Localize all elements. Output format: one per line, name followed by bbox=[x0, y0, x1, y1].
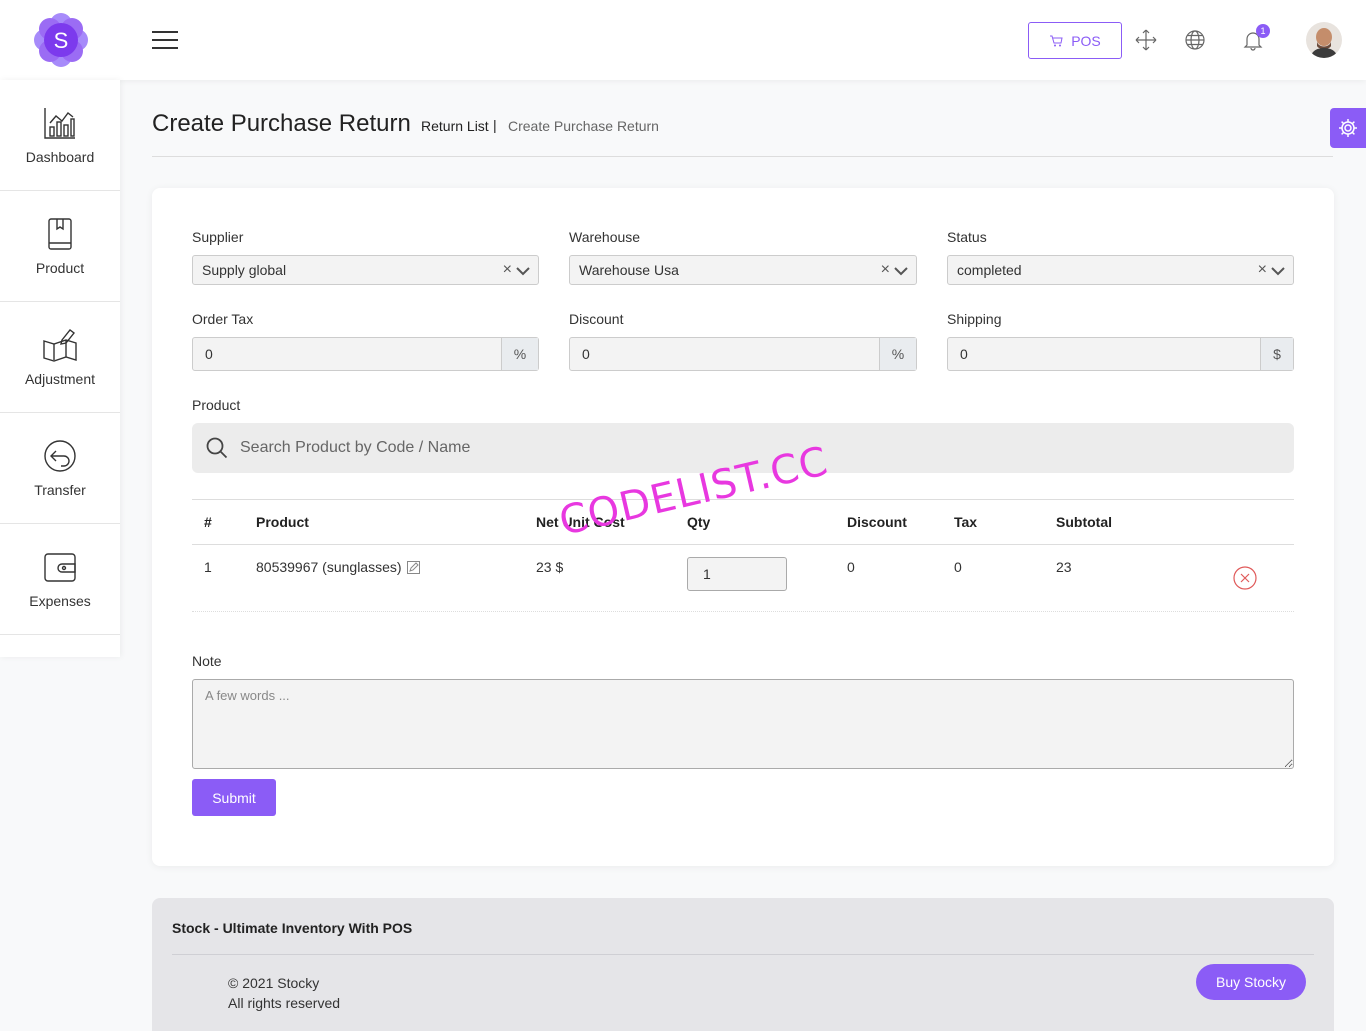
column-header-product: Product bbox=[256, 514, 309, 530]
chevron-down-icon bbox=[516, 267, 530, 276]
footer-divider bbox=[172, 954, 1314, 955]
menu-toggle-button[interactable] bbox=[152, 31, 178, 49]
globe-icon[interactable] bbox=[1183, 28, 1207, 52]
supplier-label: Supplier bbox=[192, 229, 244, 245]
shipping-group: $ bbox=[947, 337, 1294, 371]
rights-text: All rights reserved bbox=[228, 995, 341, 1011]
sidebar-item-dashboard[interactable]: Dashboard bbox=[0, 80, 120, 191]
chevron-down-icon bbox=[894, 267, 908, 276]
dollar-addon: $ bbox=[1260, 338, 1293, 370]
row-num: 1 bbox=[204, 559, 212, 575]
back-arrow-icon bbox=[44, 440, 76, 472]
chevron-down-icon bbox=[1271, 267, 1285, 276]
sidebar-item-label: Product bbox=[35, 260, 85, 276]
product-label: Product bbox=[192, 397, 241, 413]
column-header-net-unit-cost: Net Unit Cost bbox=[536, 514, 625, 530]
discount-group: % bbox=[569, 337, 917, 371]
breadcrumb-current: Create Purchase Return bbox=[508, 118, 659, 134]
clear-icon[interactable]: × bbox=[1258, 261, 1267, 279]
column-header-qty: Qty bbox=[687, 514, 711, 530]
row-subtotal: 23 bbox=[1056, 559, 1072, 575]
title-divider bbox=[152, 156, 1333, 157]
logo-letter: S bbox=[54, 28, 69, 53]
status-label: Status bbox=[947, 229, 987, 245]
order-tax-label: Order Tax bbox=[192, 311, 254, 327]
sidebar-item-label: Adjustment bbox=[24, 371, 96, 387]
qty-input[interactable] bbox=[687, 557, 787, 591]
pos-label: POS bbox=[1071, 32, 1101, 49]
discount-label: Discount bbox=[569, 311, 624, 327]
row-tax: 0 bbox=[954, 559, 962, 575]
purchase-return-form-card: Supplier Supply global × Warehouse Wareh… bbox=[152, 188, 1334, 866]
table-header-rule bbox=[192, 544, 1294, 545]
status-value: completed bbox=[957, 262, 1022, 278]
notification-badge: 1 bbox=[1256, 24, 1270, 38]
sidebar-item-expenses[interactable]: Expenses bbox=[0, 524, 120, 635]
sidebar-item-product[interactable]: Product bbox=[0, 191, 120, 302]
sidebar: Dashboard Product Adjustment Transfer Ex… bbox=[0, 80, 120, 657]
discount-input[interactable] bbox=[570, 338, 879, 370]
row-product: 80539967 (sunglasses) bbox=[256, 559, 420, 575]
breadcrumb-separator: | bbox=[493, 117, 497, 133]
warehouse-label: Warehouse bbox=[569, 229, 641, 245]
status-select[interactable]: completed × bbox=[947, 255, 1294, 285]
app-logo[interactable]: S bbox=[32, 11, 90, 69]
column-header-tax: Tax bbox=[954, 514, 978, 530]
footer: Stock - Ultimate Inventory With POS © 20… bbox=[152, 898, 1334, 1031]
sidebar-item-label: Dashboard bbox=[25, 149, 95, 165]
sidebar-item-label: Expenses bbox=[29, 593, 91, 609]
shipping-input[interactable] bbox=[948, 338, 1260, 370]
product-search bbox=[192, 423, 1294, 473]
footer-title: Stock - Ultimate Inventory With POS bbox=[172, 920, 413, 936]
note-textarea[interactable] bbox=[192, 679, 1294, 769]
row-discount: 0 bbox=[847, 559, 855, 575]
search-icon bbox=[206, 437, 228, 459]
gear-icon bbox=[1339, 119, 1357, 137]
warehouse-select[interactable]: Warehouse Usa × bbox=[569, 255, 917, 285]
breadcrumb-return-list[interactable]: Return List bbox=[421, 118, 489, 134]
clear-icon[interactable]: × bbox=[881, 261, 890, 279]
table-top-rule bbox=[192, 499, 1294, 500]
submit-button[interactable]: Submit bbox=[192, 779, 276, 816]
sidebar-item-label: Transfer bbox=[34, 482, 86, 498]
sidebar-item-adjustment[interactable]: Adjustment bbox=[0, 302, 120, 413]
pos-button[interactable]: POS bbox=[1028, 22, 1122, 59]
footer-copyright: © 2021 Stocky All rights reserved bbox=[228, 973, 340, 1013]
note-label: Note bbox=[192, 653, 222, 669]
column-header-num: # bbox=[204, 514, 212, 530]
row-net-unit-cost: 23 $ bbox=[536, 559, 564, 575]
cart-icon bbox=[1050, 35, 1063, 46]
order-tax-group: % bbox=[192, 337, 539, 371]
supplier-value: Supply global bbox=[202, 262, 287, 278]
delete-row-icon[interactable] bbox=[1233, 566, 1257, 590]
shipping-label: Shipping bbox=[947, 311, 1002, 327]
fullscreen-icon[interactable] bbox=[1134, 28, 1158, 52]
top-header: S POS 1 bbox=[0, 0, 1366, 80]
warehouse-value: Warehouse Usa bbox=[579, 262, 679, 278]
order-tax-input[interactable] bbox=[193, 338, 501, 370]
buy-button[interactable]: Buy Stocky bbox=[1196, 964, 1306, 1000]
map-edit-icon bbox=[43, 329, 77, 362]
product-name: 80539967 (sunglasses) bbox=[256, 559, 402, 575]
sidebar-item-transfer[interactable]: Transfer bbox=[0, 413, 120, 524]
percent-addon: % bbox=[501, 338, 538, 370]
column-header-subtotal: Subtotal bbox=[1056, 514, 1112, 530]
column-header-discount: Discount bbox=[847, 514, 907, 530]
search-input[interactable] bbox=[240, 423, 1280, 473]
settings-button[interactable] bbox=[1330, 108, 1366, 148]
table-bottom-rule bbox=[192, 611, 1294, 612]
avatar[interactable] bbox=[1306, 22, 1342, 58]
bar-chart-icon bbox=[44, 108, 75, 139]
book-icon bbox=[48, 218, 72, 250]
supplier-select[interactable]: Supply global × bbox=[192, 255, 539, 285]
clear-icon[interactable]: × bbox=[503, 261, 512, 279]
wallet-icon bbox=[44, 553, 76, 582]
copyright-text: © 2021 Stocky bbox=[228, 975, 320, 991]
edit-icon[interactable] bbox=[406, 560, 420, 574]
percent-addon: % bbox=[879, 338, 916, 370]
page-title: Create Purchase Return bbox=[152, 110, 411, 137]
